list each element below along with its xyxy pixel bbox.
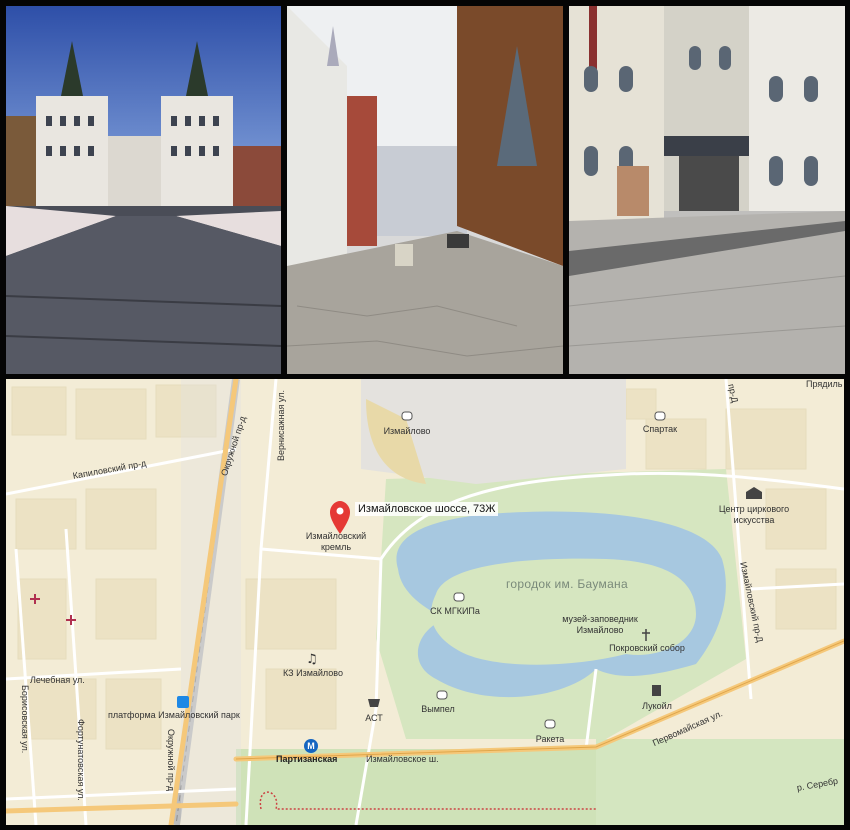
park-label: городок им. Баумана (506, 577, 628, 591)
place-izmailovo[interactable]: Измайлово (384, 426, 431, 437)
place-platform[interactable]: платформа Измайловский парк (108, 710, 240, 721)
photo-street-view (287, 6, 563, 374)
place-cathedral[interactable]: Покровский собор (609, 643, 685, 654)
street-izmailovskoe-sh: Измайловское ш. (366, 754, 439, 764)
place-circus-center[interactable]: Центр циркового искусства (709, 504, 799, 526)
metro-partizanskaya[interactable]: Партизанская (276, 754, 337, 765)
place-museum[interactable]: музей-заповедник Измайлово (560, 614, 640, 636)
place-lukoil[interactable]: Лукойл (642, 701, 672, 712)
street-borisovskaya: Борисовская ул. (20, 685, 30, 754)
place-ast[interactable]: АСТ (365, 713, 383, 724)
street-lechebnaya: Лечебная ул. (30, 675, 85, 685)
address-label: Измайловское шоссе, 73Ж (355, 502, 499, 516)
place-vympel[interactable]: Вымпел (421, 704, 455, 715)
street-okruzhnoy-bottom: Окружной пр-д (166, 729, 176, 792)
place-spartak[interactable]: Спартак (643, 424, 677, 435)
map[interactable]: M ♫ Измайловское шоссе, 73Ж городок им. … (6, 379, 844, 825)
street-pryadilnaya: Прядиль (806, 379, 843, 389)
photo-courtyard (569, 6, 845, 374)
svg-text:M: M (307, 741, 315, 751)
place-raketa[interactable]: Ракета (536, 734, 564, 745)
place-kremlin[interactable]: Измайловский кремль (296, 531, 376, 553)
svg-text:♫: ♫ (306, 652, 318, 667)
street-vernisazhnaya: Вернисажная ул. (276, 390, 286, 461)
photo-kremlin-bridge (6, 6, 281, 374)
street-fortunatovskaya: Фортунатовская ул. (76, 719, 86, 801)
place-concert-hall[interactable]: КЗ Измайлово (283, 668, 343, 679)
place-sk-mgkipa[interactable]: СК МГКИПа (430, 606, 480, 617)
